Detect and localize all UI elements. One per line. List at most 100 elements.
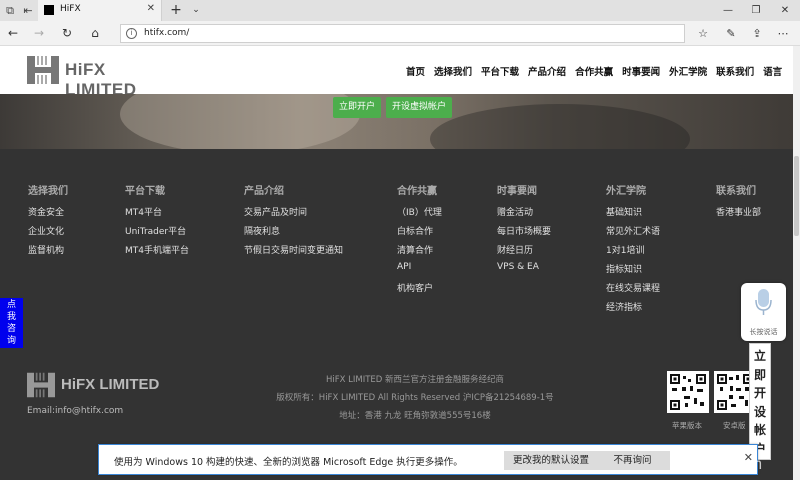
nav-partnership[interactable]: 合作共赢 xyxy=(575,64,613,78)
nav-about[interactable]: 选择我们 xyxy=(434,64,472,78)
demo-account-button[interactable]: 开设虚拟帐户 xyxy=(386,97,453,118)
footer-link[interactable]: UniTrader平台 xyxy=(125,224,189,243)
set-aside-tabs-icon[interactable]: ⇤ xyxy=(18,0,38,21)
footer-link[interactable]: MT4手机端平台 xyxy=(125,243,189,262)
android-qr-label: 安卓版 xyxy=(723,421,746,430)
footer-link[interactable]: 指标知识 xyxy=(606,262,660,281)
footer-link[interactable]: 资金安全 xyxy=(28,205,68,224)
footer-column-title: 合作共赢 xyxy=(397,186,437,197)
main-nav: 首页 选择我们 平台下载 产品介绍 合作共赢 时事要闻 外汇学院 联系我们 语言 xyxy=(406,64,791,78)
footer-column-title: 时事要闻 xyxy=(497,186,537,197)
scrollbar-thumb[interactable] xyxy=(794,156,799,236)
consult-chat-button[interactable]: 点我咨询 xyxy=(0,298,23,348)
edge-notification-bar: 使用为 Windows 10 构建的快速、全新的浏览器 Microsoft Ed… xyxy=(98,444,758,475)
voice-input-widget[interactable]: 长按说话 xyxy=(741,283,786,341)
footer-registration: HiFX LIMITED 新西兰官方注册金融服务经纪商 xyxy=(325,375,505,385)
address-bar: ← → ↻ ⌂ i htifx.com/ ☆ ✎ ⇪ ⋯ xyxy=(0,21,800,46)
nav-news[interactable]: 时事要闻 xyxy=(622,64,660,78)
site-favicon-icon xyxy=(44,5,54,15)
microphone-icon xyxy=(755,289,772,315)
footer-copyright: 版权所有：HiFX LIMITED All Rights Reserved 沪I… xyxy=(276,393,554,403)
dont-ask-again-button[interactable]: 不再询问 xyxy=(595,451,670,470)
home-icon[interactable]: ⌂ xyxy=(84,24,106,43)
footer-column-title: 外汇学院 xyxy=(606,186,646,197)
footer-link[interactable]: MT4平台 xyxy=(125,205,189,224)
nav-home[interactable]: 首页 xyxy=(406,64,425,78)
footer-link[interactable]: 香港事业部 xyxy=(716,205,761,224)
site-footer: 选择我们 资金安全 企业文化 监督机构 平台下载 MT4平台 UniTrader… xyxy=(0,149,793,480)
footer-column-contact: 联系我们 香港事业部 xyxy=(716,182,761,224)
footer-logo-text: HiFX LIMITED xyxy=(61,376,160,393)
footer-column-products: 产品介绍 交易产品及时间 隔夜利息 节假日交易时间变更通知 xyxy=(244,182,343,262)
nav-contact[interactable]: 联系我们 xyxy=(716,64,754,78)
footer-link[interactable]: 交易产品及时间 xyxy=(244,205,343,224)
site-logo[interactable]: HiFX LIMITED xyxy=(27,54,163,99)
footer-link[interactable]: 赠金活动 xyxy=(497,205,551,224)
footer-link[interactable]: 常见外汇术语 xyxy=(606,224,660,243)
tab-close-icon[interactable]: ✕ xyxy=(147,3,155,14)
footer-column-title: 产品介绍 xyxy=(244,186,284,197)
nav-products[interactable]: 产品介绍 xyxy=(528,64,566,78)
voice-label: 长按说话 xyxy=(749,328,778,336)
site-info-icon[interactable]: i xyxy=(126,28,137,39)
ios-qr-code xyxy=(667,371,709,413)
footer-link[interactable]: VPS & EA xyxy=(497,262,551,281)
open-account-side-label: 立即开设帐户 xyxy=(753,349,766,456)
maximize-icon[interactable]: ❐ xyxy=(742,0,770,21)
footer-link[interactable]: 监督机构 xyxy=(28,243,68,262)
hero-decoration xyxy=(430,104,690,149)
forward-icon[interactable]: → xyxy=(28,24,50,43)
url-field[interactable]: i htifx.com/ xyxy=(120,24,685,43)
open-account-side-button[interactable]: 立即开设帐户 xyxy=(749,343,771,460)
notes-icon[interactable]: ✎ xyxy=(720,24,742,43)
watermark-text: e09030.com xyxy=(674,456,763,473)
open-account-button[interactable]: 立即开户 xyxy=(333,97,382,118)
footer-column-title: 选择我们 xyxy=(28,186,68,197)
hifx-logo-icon xyxy=(27,372,55,398)
hero-banner: 立即开户 开设虚拟帐户 xyxy=(0,94,793,149)
nav-download[interactable]: 平台下载 xyxy=(481,64,519,78)
footer-link[interactable]: 隔夜利息 xyxy=(244,224,343,243)
url-text: htifx.com/ xyxy=(144,28,190,38)
consult-label: 点我咨询 xyxy=(6,300,16,346)
footer-link[interactable]: （IB）代理 xyxy=(397,205,442,224)
footer-column-about: 选择我们 资金安全 企业文化 监督机构 xyxy=(28,182,68,262)
footer-column-title: 联系我们 xyxy=(716,186,756,197)
browser-tab[interactable]: HiFX ✕ xyxy=(38,0,162,21)
hero-decoration xyxy=(120,94,360,149)
footer-link[interactable]: 节假日交易时间变更通知 xyxy=(244,243,343,262)
more-icon[interactable]: ⋯ xyxy=(772,24,794,43)
share-icon[interactable]: ⇪ xyxy=(746,24,768,43)
footer-link[interactable]: 清算合作 xyxy=(397,243,442,262)
footer-logo: HiFX LIMITED xyxy=(27,371,172,399)
reading-list-icon[interactable]: ☆ xyxy=(692,24,714,43)
footer-address: 地址：香港 九龙 旺角弥敦道555号16楼 xyxy=(339,411,491,421)
back-icon[interactable]: ← xyxy=(2,24,24,43)
new-tab-button[interactable]: + xyxy=(166,0,186,21)
close-window-icon[interactable]: ✕ xyxy=(771,0,799,21)
refresh-icon[interactable]: ↻ xyxy=(56,24,78,43)
footer-column-download: 平台下载 MT4平台 UniTrader平台 MT4手机端平台 xyxy=(125,182,189,262)
nav-language[interactable]: 语言 xyxy=(763,64,782,78)
footer-email[interactable]: Email:info@htifx.com xyxy=(27,406,123,416)
page-scrollbar[interactable] xyxy=(793,46,800,480)
footer-link[interactable]: 财经日历 xyxy=(497,243,551,262)
notification-text: 使用为 Windows 10 构建的快速、全新的浏览器 Microsoft Ed… xyxy=(114,457,463,468)
footer-link[interactable]: 在线交易课程 xyxy=(606,281,660,300)
tab-title: HiFX xyxy=(60,4,81,14)
minimize-icon[interactable]: — xyxy=(714,0,742,21)
footer-link[interactable]: 白标合作 xyxy=(397,224,442,243)
footer-link[interactable]: 经济指标 xyxy=(606,300,660,319)
footer-link[interactable]: 每日市场概要 xyxy=(497,224,551,243)
site-header: HiFX LIMITED 首页 选择我们 平台下载 产品介绍 合作共赢 时事要闻… xyxy=(0,46,793,99)
tab-actions-icon[interactable]: ⧉ xyxy=(0,0,20,21)
nav-academy[interactable]: 外汇学院 xyxy=(669,64,707,78)
change-default-button[interactable]: 更改我的默认设置 xyxy=(504,451,599,470)
footer-link[interactable]: 基础知识 xyxy=(606,205,660,224)
footer-link[interactable]: API xyxy=(397,262,442,281)
footer-link[interactable]: 企业文化 xyxy=(28,224,68,243)
tab-preview-icon[interactable]: ⌄ xyxy=(188,0,204,21)
footer-column-academy: 外汇学院 基础知识 常见外汇术语 1对1培训 指标知识 在线交易课程 经济指标 xyxy=(606,182,660,319)
footer-link[interactable]: 机构客户 xyxy=(397,281,442,300)
footer-link[interactable]: 1对1培训 xyxy=(606,243,660,262)
